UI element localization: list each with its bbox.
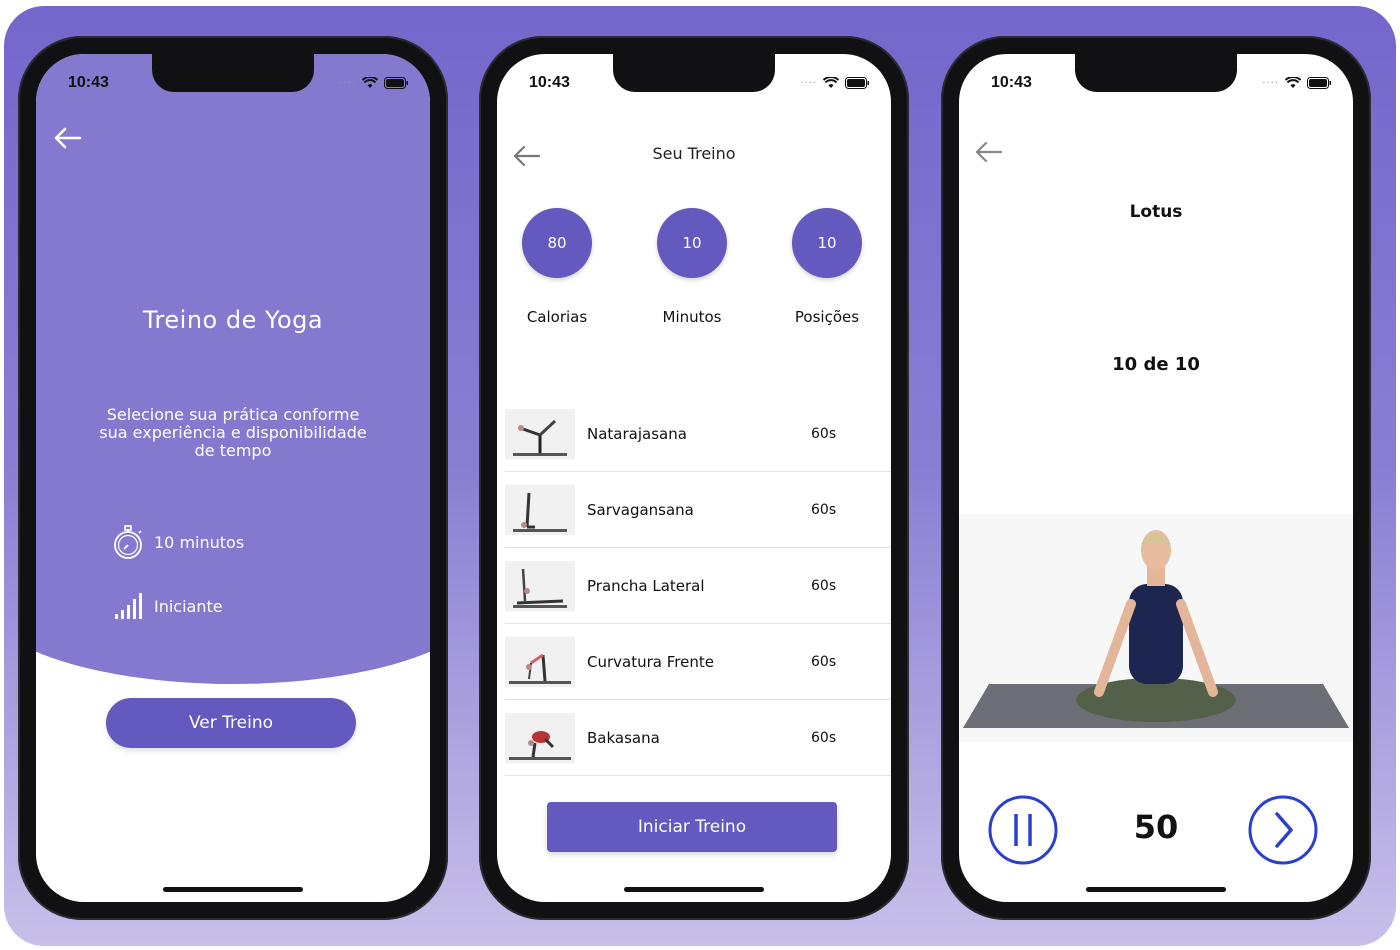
stat-label: Posições <box>794 308 860 326</box>
duration-label: 10 minutos <box>154 532 245 552</box>
notch <box>613 54 775 92</box>
stat-value: 10 <box>657 208 727 278</box>
description: Selecione sua prática conforme sua exper… <box>99 405 367 460</box>
list-item[interactable]: Bakasana 60s <box>505 700 891 776</box>
stat-minutes: 10 Minutos <box>632 208 752 326</box>
next-button[interactable] <box>1247 794 1319 866</box>
phone-frame-3: 10:43 ···· Lotus 10 de 10 50 <box>941 36 1371 920</box>
battery-icon <box>384 77 408 89</box>
back-arrow-icon[interactable] <box>973 140 1003 164</box>
signal-icon: ···· <box>800 77 817 89</box>
phone-frame-1: 10:43 ···· Treino de Yoga Selecione sua … <box>18 36 448 920</box>
pose-thumbnail <box>505 408 575 459</box>
status-time: 10:43 <box>991 74 1032 91</box>
pose-title: Lotus <box>1129 202 1183 222</box>
notch <box>152 54 314 92</box>
header-background <box>36 54 430 684</box>
screen-exercise-player: 10:43 ···· Lotus 10 de 10 50 <box>959 54 1353 902</box>
exercise-name: Bakasana <box>587 728 660 747</box>
exercise-name: Curvatura Frente <box>587 652 714 671</box>
stat-calories: 80 Calorias <box>497 208 617 326</box>
pose-image <box>959 514 1353 742</box>
home-indicator <box>163 887 303 892</box>
home-indicator <box>1086 887 1226 892</box>
exercise-duration: 60s <box>811 425 837 442</box>
pose-thumbnail <box>505 636 575 687</box>
status-time: 10:43 <box>529 74 570 91</box>
exercise-name: Natarajasana <box>587 424 687 443</box>
list-item[interactable]: Prancha Lateral 60s <box>505 548 891 624</box>
pose-thumbnail <box>505 484 575 535</box>
exercise-duration: 60s <box>811 729 837 746</box>
screen-workout-intro: 10:43 ···· Treino de Yoga Selecione sua … <box>36 54 430 902</box>
list-item[interactable]: Curvatura Frente 60s <box>505 624 891 700</box>
back-arrow-icon[interactable] <box>52 126 82 150</box>
stat-label: Minutos <box>662 308 722 326</box>
list-item[interactable]: Sarvagansana 60s <box>505 472 891 548</box>
stat-positions: 10 Posições <box>767 208 887 326</box>
stopwatch-icon <box>114 525 142 559</box>
pose-thumbnail <box>505 560 575 611</box>
level-row: Iniciante <box>112 592 223 620</box>
battery-icon <box>1307 77 1331 89</box>
pose-thumbnail <box>505 712 575 763</box>
stat-label: Calorias <box>526 308 588 326</box>
wifi-icon <box>1285 77 1301 88</box>
wifi-icon <box>823 77 839 88</box>
level-bars-icon <box>115 593 142 619</box>
screen-workout-list: 10:43 ···· Seu Treino 80 Calorias 10 Min… <box>497 54 891 902</box>
battery-icon <box>845 77 869 89</box>
home-indicator <box>624 887 764 892</box>
exercise-duration: 60s <box>811 501 837 518</box>
signal-icon: ···· <box>1262 77 1279 89</box>
stat-value: 10 <box>792 208 862 278</box>
wifi-icon <box>362 77 378 88</box>
exercise-duration: 60s <box>811 653 837 670</box>
phone-frame-2: 10:43 ···· Seu Treino 80 Calorias 10 Min… <box>479 36 909 920</box>
status-time: 10:43 <box>68 74 109 91</box>
exercise-list: Natarajasana 60s Sarvagansana 60s Pranch… <box>505 396 891 776</box>
page-title: Seu Treino <box>652 144 736 163</box>
page-title: Treino de Yoga <box>142 306 324 334</box>
start-workout-button[interactable]: Iniciar Treino <box>547 802 837 852</box>
list-item[interactable]: Natarajasana 60s <box>505 396 891 472</box>
notch <box>1075 54 1237 92</box>
view-workout-button[interactable]: Ver Treino <box>106 698 356 748</box>
progress-counter: 10 de 10 <box>1112 354 1200 375</box>
exercise-name: Sarvagansana <box>587 500 694 519</box>
signal-icon: ···· <box>339 77 356 89</box>
stat-value: 80 <box>522 208 592 278</box>
exercise-duration: 60s <box>811 577 837 594</box>
level-label: Iniciante <box>154 596 223 616</box>
exercise-name: Prancha Lateral <box>587 576 705 595</box>
promo-background: 10:43 ···· Treino de Yoga Selecione sua … <box>4 6 1396 946</box>
duration-row: 10 minutos <box>112 524 244 560</box>
